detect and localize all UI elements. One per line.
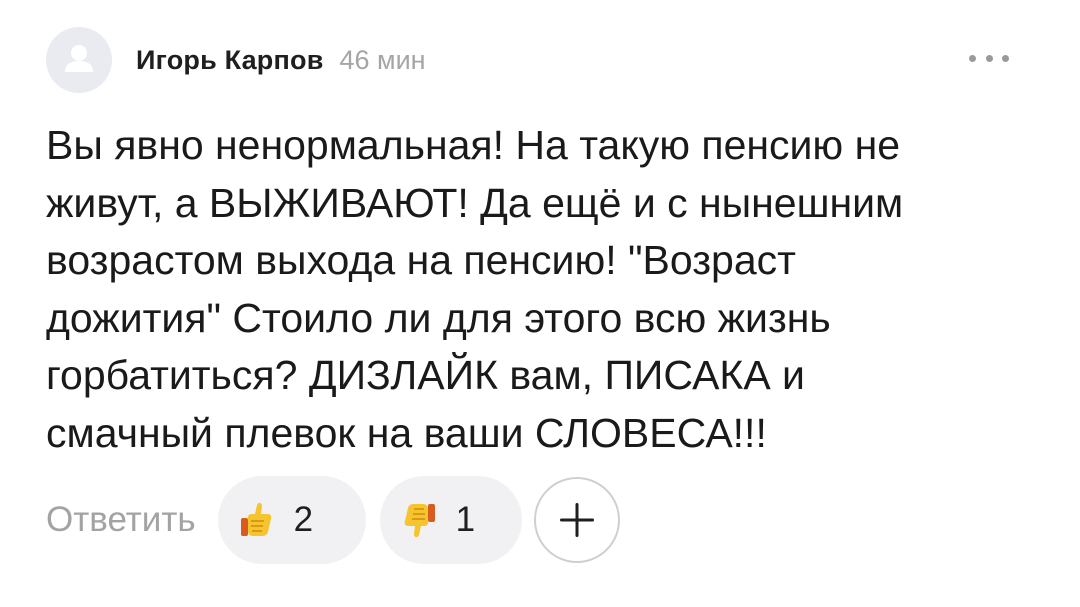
comment-header: Игорь Карпов 46 мин bbox=[46, 25, 426, 95]
reply-button[interactable]: Ответить bbox=[46, 500, 196, 540]
author-name[interactable]: Игорь Карпов bbox=[136, 45, 324, 76]
ellipsis-icon bbox=[969, 54, 976, 62]
avatar[interactable] bbox=[46, 27, 112, 93]
add-reaction-button[interactable] bbox=[533, 477, 620, 563]
like-button[interactable]: 2 bbox=[217, 476, 366, 564]
more-options-button[interactable] bbox=[969, 46, 1009, 70]
thumbs-up-emoji bbox=[240, 502, 271, 536]
comment-actions: Ответить 2 1 bbox=[46, 474, 620, 566]
comment-text: Вы явно ненормальная! На такую пенсию не… bbox=[46, 122, 904, 456]
dislike-count: 1 bbox=[455, 500, 476, 539]
ellipsis-icon bbox=[985, 54, 993, 62]
like-count: 2 bbox=[293, 500, 314, 539]
dislike-button[interactable]: 1 bbox=[379, 476, 522, 564]
ellipsis-icon bbox=[1002, 54, 1009, 62]
user-placeholder-icon bbox=[65, 45, 93, 72]
comment-time: 46 мин bbox=[339, 44, 426, 75]
comment-card: Игорь Карпов 46 мин Вы явно ненормальная… bbox=[0, 0, 1080, 607]
thumbs-down-emoji bbox=[404, 504, 435, 538]
